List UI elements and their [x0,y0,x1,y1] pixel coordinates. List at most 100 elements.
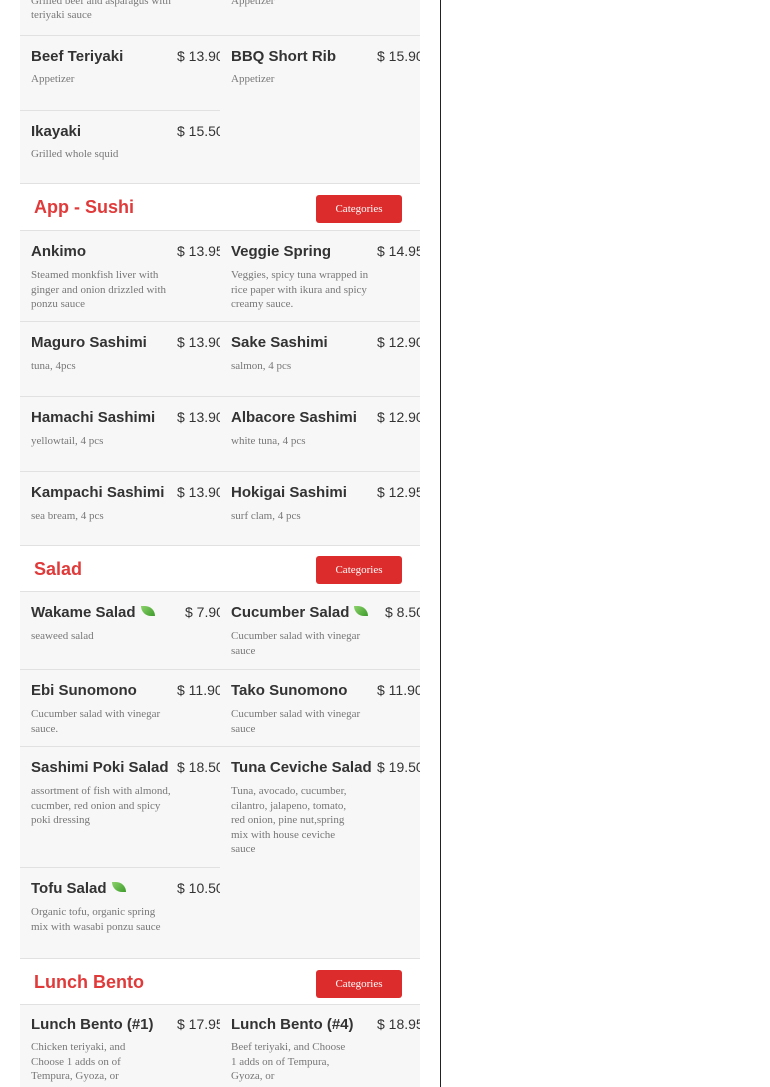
item-desc: salmon, 4 pcs [231,360,292,372]
menu-item[interactable]: Tuna Ceviche Salad $ 19.50 Tuna, avocado… [220,747,420,867]
item-name: Hamachi Sashimi [31,409,156,426]
item-price: $ 12.90 [377,334,420,350]
item-price: $ 19.50 [377,759,420,775]
item-desc: Veggies, spicy tuna wrapped in rice pape… [231,269,369,310]
leaf-icon [140,606,155,617]
item-desc: Appetizer [231,73,275,85]
item-desc: Cucumber salad with vinegar sauce. [31,708,161,735]
item-desc: surf clam, 4 pcs [231,510,301,522]
item-desc-fragment-right: Appetizer [231,0,275,7]
item-desc: yellowtail, 4 pcs [31,435,104,447]
item-desc: Cucumber salad with vinegar sauce [231,630,361,657]
menu-item[interactable]: Veggie Spring $ 14.95 Veggies, spicy tun… [220,231,420,321]
menu-item[interactable]: Wakame Salad $ 7.90 seaweed salad [20,592,220,669]
menu-item[interactable]: Hamachi Sashimi $ 13.90 yellowtail, 4 pc… [20,397,220,471]
item-name: Ikayaki [31,123,82,140]
leaf-icon [354,606,369,617]
item-price: $ 13.95 [177,243,220,259]
menu-item[interactable]: Maguro Sashimi $ 13.90 tuna, 4pcs [20,322,220,396]
item-name: Sashimi Poki Salad [31,759,169,776]
menu-item[interactable]: Tofu Salad $ 10.50 Organic tofu, organic… [20,868,220,958]
item-desc: Cucumber salad with vinegar sauce [231,708,361,735]
item-name: Kampachi Sashimi [31,484,165,501]
menu-item[interactable]: Lunch Bento (#1) $ 17.95 Chicken teriyak… [20,1005,220,1087]
menu-item[interactable]: Ankimo $ 13.95 Steamed monkfish liver wi… [20,231,220,321]
categories-button[interactable]: Categories [316,195,402,223]
item-name: Wakame Salad [31,604,155,621]
menu-item[interactable]: Kampachi Sashimi $ 13.90 sea bream, 4 pc… [20,472,220,546]
item-price: $ 7.90 [185,604,220,620]
item-desc: Beef teriyaki, and Choose 1 adds on of T… [231,1041,346,1082]
item-desc: Appetizer [31,73,75,85]
item-desc-fragment-left: Grilled beef and asparagus with teriyaki… [31,0,171,21]
item-name: Veggie Spring [231,243,332,260]
item-name: Ebi Sunomono [31,682,137,699]
item-name-text: Tofu Salad [31,880,107,897]
section-header-app-sushi: App - Sushi Categories [20,183,420,231]
divider [20,110,220,111]
item-name: Lunch Bento (#1) [31,1016,154,1033]
item-desc: Organic tofu, organic spring mix with wa… [31,906,161,933]
item-name: Beef Teriyaki [31,48,124,65]
item-price: $ 15.50 [177,123,220,139]
item-price: $ 15.90 [377,48,420,64]
item-price: $ 14.95 [377,243,420,259]
menu-item[interactable]: Sashimi Poki Salad $ 18.50 assortment of… [20,747,220,867]
item-price: $ 12.90 [377,409,420,425]
menu-item[interactable]: Ikayaki $ 15.50 Grilled whole squid [20,119,220,183]
leaf-icon [111,882,126,893]
item-price: $ 8.50 [385,604,420,620]
item-name: BBQ Short Rib [231,48,336,65]
item-price: $ 13.90 [177,409,220,425]
section-title: App - Sushi [34,197,134,217]
item-name: Lunch Bento (#4) [231,1016,354,1033]
item-name: Tako Sunomono [231,682,348,699]
item-desc: tuna, 4pcs [31,360,76,372]
item-name: Maguro Sashimi [31,334,147,351]
item-price: $ 13.90 [177,334,220,350]
section-header-lunch-bento: Lunch Bento Categories [20,958,420,1005]
item-price: $ 10.50 [177,880,220,896]
menu-item[interactable]: Ebi Sunomono $ 11.90 Cucumber salad with… [20,670,220,746]
menu-item[interactable]: Sake Sashimi $ 12.90 salmon, 4 pcs [220,322,420,396]
categories-button[interactable]: Categories [316,970,402,998]
item-desc: Grilled whole squid [31,148,119,160]
item-name: Cucumber Salad [231,604,369,621]
item-desc: Steamed monkfish liver with ginger and o… [31,269,167,310]
item-name: Sake Sashimi [231,334,328,351]
section-header-salad: Salad Categories [20,545,420,592]
item-name: Tuna Ceviche Salad [231,759,372,776]
item-price: $ 12.95 [377,484,420,500]
item-price: $ 13.90 [177,484,220,500]
section-title: Salad [34,559,83,579]
item-price: $ 11.90 [177,682,220,698]
item-price: $ 18.95 [377,1016,420,1032]
menu-item[interactable]: Tako Sunomono $ 11.90 Cucumber salad wit… [220,670,420,746]
menu-item[interactable]: Lunch Bento (#4) $ 18.95 Beef teriyaki, … [220,1005,420,1087]
item-desc: sea bream, 4 pcs [31,510,104,522]
categories-button[interactable]: Categories [316,556,402,584]
menu-item[interactable]: BBQ Short Rib $ 15.90 Appetizer [220,44,420,110]
item-desc: Tuna, avocado, cucumber, cilantro, jalap… [231,785,347,855]
item-name: Hokigai Sashimi [231,484,347,501]
page: Grilled beef and asparagus with teriyaki… [0,0,770,1087]
menu-item[interactable]: Beef Teriyaki $ 13.90 Appetizer [20,44,220,110]
item-name-text: Wakame Salad [31,604,136,621]
item-name: Albacore Sashimi [231,409,357,426]
item-price: $ 13.90 [177,48,220,64]
pane-divider [440,0,441,1087]
menu-item[interactable]: Albacore Sashimi $ 12.90 white tuna, 4 p… [220,397,420,471]
menu-panel: Grilled beef and asparagus with teriyaki… [20,0,420,1087]
menu-item[interactable]: Cucumber Salad $ 8.50 Cucumber salad wit… [220,592,420,669]
section-title: Lunch Bento [34,972,144,992]
item-desc: seaweed salad [31,630,94,642]
item-desc: white tuna, 4 pcs [231,435,306,447]
item-price: $ 11.90 [377,682,420,698]
item-desc: assortment of fish with almond, cucmber,… [31,785,171,826]
item-price: $ 18.50 [177,759,220,775]
item-name: Tofu Salad [31,880,126,897]
item-price: $ 17.95 [177,1016,220,1032]
item-name-text: Cucumber Salad [231,604,350,621]
divider [20,35,420,36]
menu-item[interactable]: Hokigai Sashimi $ 12.95 surf clam, 4 pcs [220,472,420,546]
